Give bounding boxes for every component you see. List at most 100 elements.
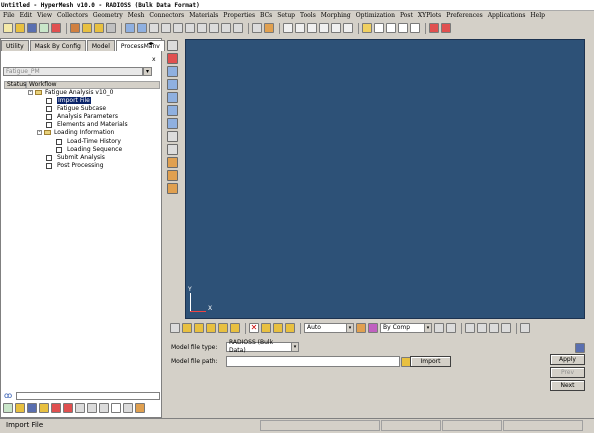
menu-edit[interactable]: Edit bbox=[20, 12, 33, 19]
folder-open-icon[interactable] bbox=[94, 23, 104, 33]
grid-icon[interactable] bbox=[99, 403, 109, 413]
pan-icon[interactable] bbox=[307, 23, 317, 33]
binoculars-icon[interactable]: ꝏ bbox=[4, 391, 12, 400]
vt-panel-icon[interactable] bbox=[167, 40, 178, 51]
reverse-icon[interactable] bbox=[218, 323, 228, 333]
view-iso2-icon[interactable] bbox=[233, 23, 243, 33]
view4-icon[interactable] bbox=[501, 323, 511, 333]
by-comp-combo[interactable]: By Comp ▾ bbox=[380, 323, 432, 333]
ruler-icon[interactable] bbox=[123, 403, 133, 413]
menu-optimization[interactable]: Optimization bbox=[356, 12, 395, 19]
alert-icon[interactable] bbox=[51, 403, 61, 413]
tab-scroll-arrows[interactable]: ◂▸ bbox=[148, 40, 160, 50]
tree-item-elements-materials[interactable]: Elements and Materials bbox=[46, 121, 128, 129]
import-button[interactable]: Import bbox=[410, 356, 451, 367]
rotate-right-icon[interactable] bbox=[137, 23, 147, 33]
import-arrow-icon[interactable] bbox=[39, 23, 49, 33]
tree-item-loading-sequence[interactable]: Loading Sequence bbox=[56, 146, 122, 154]
view-right-icon[interactable] bbox=[185, 23, 195, 33]
tree-item-loading-information[interactable]: - Loading Information bbox=[37, 129, 114, 137]
menu-xyplots[interactable]: XYPlots bbox=[418, 12, 441, 19]
wire-icon[interactable] bbox=[434, 323, 444, 333]
solid-icon[interactable] bbox=[446, 323, 456, 333]
chevron-down-icon[interactable]: ▾ bbox=[143, 67, 152, 76]
menu-geometry[interactable]: Geometry bbox=[93, 12, 123, 19]
save-icon[interactable] bbox=[27, 23, 37, 33]
tree-item-load-time-history[interactable]: Load-Time History bbox=[56, 138, 121, 146]
delete-icon[interactable]: ✕ bbox=[249, 323, 259, 333]
color-icon[interactable] bbox=[264, 23, 274, 33]
find-icon[interactable] bbox=[230, 323, 240, 333]
play-icon[interactable] bbox=[441, 23, 451, 33]
user-icon[interactable] bbox=[70, 23, 80, 33]
menu-tools[interactable]: Tools bbox=[300, 12, 316, 19]
vt-edge-icon[interactable] bbox=[167, 105, 178, 116]
chevron-down-icon[interactable]: ▾ bbox=[424, 324, 431, 332]
vt-numbers-icon[interactable] bbox=[167, 131, 178, 142]
vt-mesh-icon[interactable] bbox=[167, 66, 178, 77]
snap-icon[interactable] bbox=[520, 323, 530, 333]
window2-icon[interactable] bbox=[386, 23, 396, 33]
note-icon[interactable] bbox=[87, 403, 97, 413]
page-icon[interactable] bbox=[362, 23, 372, 33]
model-file-type-select[interactable]: RADIOSS (Bulk Data) ▾ bbox=[226, 339, 299, 354]
tree-item-post-processing[interactable]: Post Processing bbox=[46, 162, 104, 170]
color-icon[interactable] bbox=[356, 323, 366, 333]
tree-item-import-file[interactable]: Import File bbox=[46, 97, 91, 105]
menu-post[interactable]: Post bbox=[400, 12, 413, 19]
folder-open-icon[interactable] bbox=[39, 403, 49, 413]
fit-icon[interactable] bbox=[319, 23, 329, 33]
folder-icon[interactable] bbox=[15, 403, 25, 413]
rotate-left-icon[interactable] bbox=[125, 23, 135, 33]
column-status[interactable]: Status bbox=[4, 81, 26, 89]
checkbox[interactable] bbox=[56, 138, 62, 145]
zoom-out-icon[interactable] bbox=[295, 23, 305, 33]
view-top-icon[interactable] bbox=[197, 23, 207, 33]
clip-icon[interactable] bbox=[252, 23, 262, 33]
material-icon[interactable] bbox=[368, 323, 378, 333]
shade-icon[interactable] bbox=[170, 323, 180, 333]
next-button[interactable]: Next bbox=[550, 380, 585, 391]
window3-icon[interactable] bbox=[398, 23, 408, 33]
close-icon[interactable]: x bbox=[152, 56, 156, 63]
save-icon[interactable] bbox=[27, 403, 37, 413]
unmask-icon[interactable] bbox=[206, 323, 216, 333]
spin-icon[interactable] bbox=[343, 23, 353, 33]
tree-root[interactable]: - Fatigue Analysis v10_0 bbox=[28, 89, 113, 97]
collapse-icon[interactable]: - bbox=[37, 130, 42, 135]
checkbox[interactable] bbox=[56, 146, 62, 153]
display-icon[interactable] bbox=[182, 323, 192, 333]
import-icon[interactable] bbox=[3, 403, 13, 413]
menu-morphing[interactable]: Morphing bbox=[321, 12, 351, 19]
menu-collectors[interactable]: Collectors bbox=[57, 12, 88, 19]
menu-setup[interactable]: Setup bbox=[277, 12, 295, 19]
view3-icon[interactable] bbox=[489, 323, 499, 333]
vt-measure-icon[interactable] bbox=[167, 144, 178, 155]
zoom-icon[interactable] bbox=[283, 23, 293, 33]
table-icon[interactable] bbox=[75, 403, 85, 413]
graphics-viewport[interactable] bbox=[185, 39, 585, 319]
vt-surface-icon[interactable] bbox=[167, 79, 178, 90]
model-file-path-input[interactable] bbox=[226, 356, 400, 367]
checkbox[interactable] bbox=[46, 162, 52, 169]
text-icon[interactable] bbox=[111, 403, 121, 413]
view-bottom-icon[interactable] bbox=[209, 23, 219, 33]
apply-button[interactable]: Apply bbox=[550, 354, 585, 365]
tab-mask-by-config[interactable]: Mask By Config bbox=[29, 40, 86, 51]
column-workflow[interactable]: Workflow bbox=[26, 81, 160, 89]
menu-file[interactable]: File bbox=[3, 12, 15, 19]
vt-solid-icon[interactable] bbox=[167, 92, 178, 103]
tree-item-analysis-parameters[interactable]: Analysis Parameters bbox=[46, 113, 118, 121]
command-input[interactable] bbox=[16, 392, 160, 400]
menu-mesh[interactable]: Mesh bbox=[128, 12, 145, 19]
view-left-icon[interactable] bbox=[173, 23, 183, 33]
view-back-icon[interactable] bbox=[161, 23, 171, 33]
vt-label3-icon[interactable] bbox=[167, 183, 178, 194]
tab-utility[interactable]: Utility bbox=[1, 40, 29, 51]
vt-comp-icon[interactable] bbox=[167, 53, 178, 64]
stop-icon[interactable] bbox=[63, 403, 73, 413]
prev-button[interactable]: Prev bbox=[550, 367, 585, 378]
view2-icon[interactable] bbox=[477, 323, 487, 333]
mask-icon[interactable] bbox=[194, 323, 204, 333]
vt-binoculars-icon[interactable] bbox=[167, 118, 178, 129]
